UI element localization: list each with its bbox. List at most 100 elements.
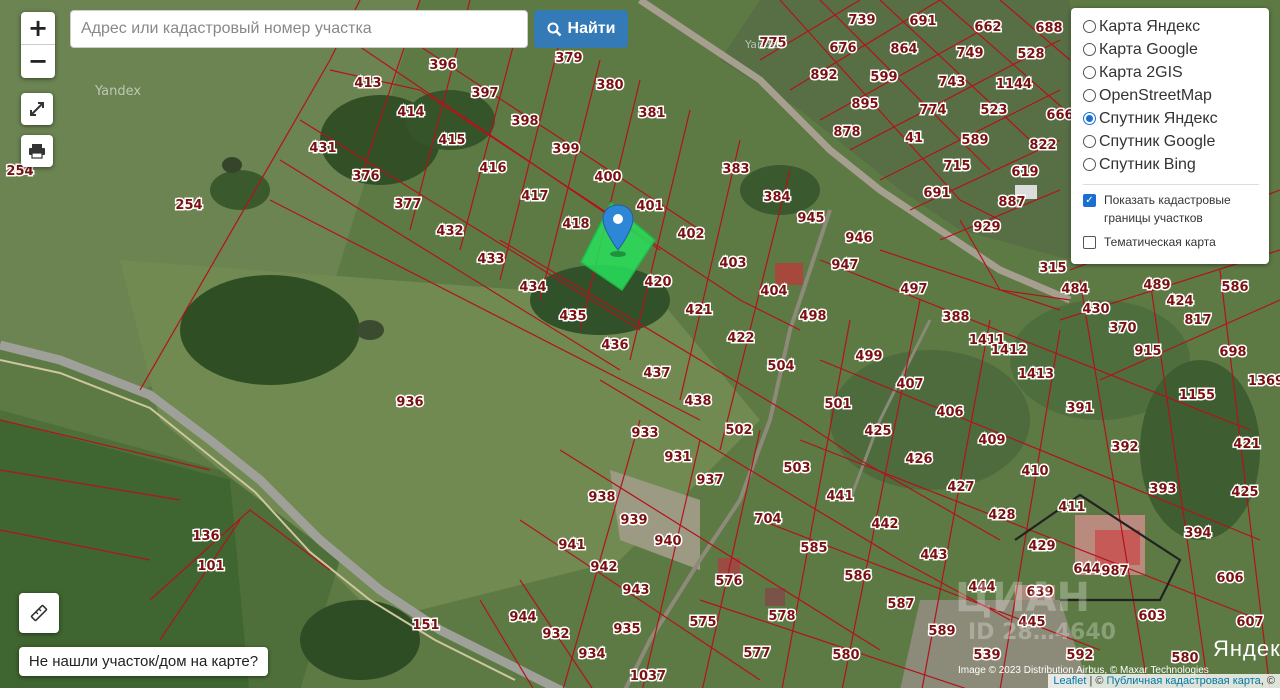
basemap-radio[interactable] bbox=[1083, 89, 1096, 102]
plot-number-label: 370 bbox=[1109, 321, 1136, 336]
plot-number-label: 383 bbox=[722, 162, 749, 177]
map-attribution: Leaflet | © Публичная кадастровая карта,… bbox=[1048, 674, 1280, 688]
plot-number-label: 676 bbox=[829, 41, 856, 56]
basemap-option[interactable]: Спутник Google bbox=[1083, 130, 1259, 153]
plot-number-label: 931 bbox=[664, 450, 691, 465]
basemap-option[interactable]: Спутник Яндекс bbox=[1083, 107, 1259, 130]
plot-number-label: 415 bbox=[438, 133, 465, 148]
plot-number-label: 400 bbox=[594, 170, 621, 185]
basemap-radio[interactable] bbox=[1083, 112, 1096, 125]
basemap-label: Карта 2GIS bbox=[1099, 63, 1183, 81]
location-marker-icon[interactable] bbox=[598, 203, 638, 259]
plot-number-label: 939 bbox=[620, 513, 647, 528]
plot-number-label: 941 bbox=[558, 538, 585, 553]
overlay-label: Тематическая карта bbox=[1104, 235, 1216, 249]
attribution-separator: | © bbox=[1086, 675, 1107, 687]
basemap-radio[interactable] bbox=[1083, 135, 1096, 148]
plot-number-label: 406 bbox=[936, 405, 963, 420]
measure-button[interactable] bbox=[19, 593, 59, 633]
not-found-button[interactable]: Не нашли участок/дом на карте? bbox=[19, 647, 268, 676]
plot-number-label: 391 bbox=[1066, 401, 1093, 416]
basemap-option[interactable]: OpenStreetMap bbox=[1083, 84, 1259, 107]
plot-number-label: 945 bbox=[797, 211, 824, 226]
print-button[interactable] bbox=[21, 135, 53, 167]
basemap-radio[interactable] bbox=[1083, 20, 1096, 33]
plot-number-label: 402 bbox=[677, 227, 704, 242]
plot-number-label: 929 bbox=[973, 220, 1000, 235]
plot-number-label: 575 bbox=[689, 615, 716, 630]
plot-number-label: 410 bbox=[1021, 464, 1048, 479]
plot-number-label: 432 bbox=[436, 224, 463, 239]
plot-number-label: 381 bbox=[638, 106, 665, 121]
plot-number-label: 403 bbox=[719, 256, 746, 271]
plot-number-label: 254 bbox=[175, 198, 202, 213]
search-button-label: Найти bbox=[567, 20, 616, 37]
plot-number-label: 407 bbox=[896, 377, 923, 392]
basemap-radio[interactable] bbox=[1083, 158, 1096, 171]
plot-number-label: 1413 bbox=[1018, 367, 1054, 382]
basemap-option[interactable]: Спутник Bing bbox=[1083, 153, 1259, 176]
plot-number-label: 606 bbox=[1216, 571, 1243, 586]
plot-number-label: 580 bbox=[832, 648, 859, 663]
cadastral-map-link[interactable]: Публичная кадастровая карта bbox=[1107, 675, 1261, 687]
plot-number-label: 504 bbox=[767, 359, 794, 374]
plot-number-label: 424 bbox=[1166, 294, 1193, 309]
search-button[interactable]: Найти bbox=[534, 10, 628, 48]
plot-number-label: 501 bbox=[824, 397, 851, 412]
plot-number-label: 817 bbox=[1184, 313, 1211, 328]
fullscreen-button[interactable] bbox=[21, 93, 53, 125]
basemap-radio[interactable] bbox=[1083, 66, 1096, 79]
basemap-option[interactable]: Карта Google bbox=[1083, 38, 1259, 61]
plot-number-label: 895 bbox=[851, 97, 878, 112]
zoom-out-button[interactable]: − bbox=[21, 44, 55, 77]
plot-number-label: 396 bbox=[429, 58, 456, 73]
plot-number-label: 376 bbox=[352, 169, 379, 184]
plot-number-label: 421 bbox=[685, 303, 712, 318]
zoom-in-button[interactable]: + bbox=[21, 12, 55, 44]
plot-number-label: 503 bbox=[783, 461, 810, 476]
plot-number-label: 413 bbox=[354, 76, 381, 91]
plot-number-label: 946 bbox=[845, 231, 872, 246]
plot-number-label: 437 bbox=[643, 366, 670, 381]
plot-number-label: 428 bbox=[988, 508, 1015, 523]
basemap-label: Спутник Bing bbox=[1099, 155, 1196, 173]
plot-number-label: 414 bbox=[397, 105, 424, 120]
overlay-option[interactable]: Тематическая карта bbox=[1083, 233, 1259, 251]
plot-number-label: 739 bbox=[848, 13, 875, 28]
plot-number-label: 585 bbox=[800, 541, 827, 556]
plot-number-label: 398 bbox=[511, 114, 538, 129]
search-input[interactable] bbox=[70, 10, 528, 48]
overlay-option[interactable]: ✓ Показать кадастровые границы участков bbox=[1083, 191, 1259, 227]
overlay-checkbox[interactable] bbox=[1083, 236, 1096, 249]
ruler-icon bbox=[30, 604, 48, 622]
plot-number-label: 942 bbox=[590, 560, 617, 575]
plot-number-label: 417 bbox=[521, 189, 548, 204]
plot-number-label: 420 bbox=[644, 275, 671, 290]
plot-number-label: 580 bbox=[1171, 651, 1198, 666]
plot-number-label: 715 bbox=[943, 159, 970, 174]
plot-number-label: 388 bbox=[942, 310, 969, 325]
plot-number-label: 441 bbox=[826, 489, 853, 504]
basemap-radio[interactable] bbox=[1083, 43, 1096, 56]
plot-number-label: 523 bbox=[980, 103, 1007, 118]
yandex-watermark-center: Yandex bbox=[745, 38, 784, 51]
basemap-option[interactable]: Карта 2GIS bbox=[1083, 61, 1259, 84]
printer-icon bbox=[29, 144, 45, 159]
yandex-watermark: Yandex bbox=[95, 84, 142, 99]
leaflet-link[interactable]: Leaflet bbox=[1053, 675, 1086, 687]
plot-number-label: 589 bbox=[928, 624, 955, 639]
plot-number-label: 587 bbox=[887, 597, 914, 612]
plot-number-label: 498 bbox=[799, 309, 826, 324]
plot-number-label: 393 bbox=[1149, 482, 1176, 497]
plot-number-label: 774 bbox=[919, 103, 946, 118]
plot-number-label: 443 bbox=[920, 548, 947, 563]
plot-number-label: 380 bbox=[596, 78, 623, 93]
basemap-option[interactable]: Карта Яндекс bbox=[1083, 15, 1259, 38]
overlay-checkbox[interactable]: ✓ bbox=[1083, 194, 1096, 207]
yandex-brand: Яндекс bbox=[1213, 636, 1280, 661]
plot-number-label: 937 bbox=[696, 473, 723, 488]
plot-number-label: 743 bbox=[938, 75, 965, 90]
plot-number-label: 698 bbox=[1219, 345, 1246, 360]
plot-number-label: 822 bbox=[1029, 138, 1056, 153]
plot-number-label: 499 bbox=[855, 349, 882, 364]
